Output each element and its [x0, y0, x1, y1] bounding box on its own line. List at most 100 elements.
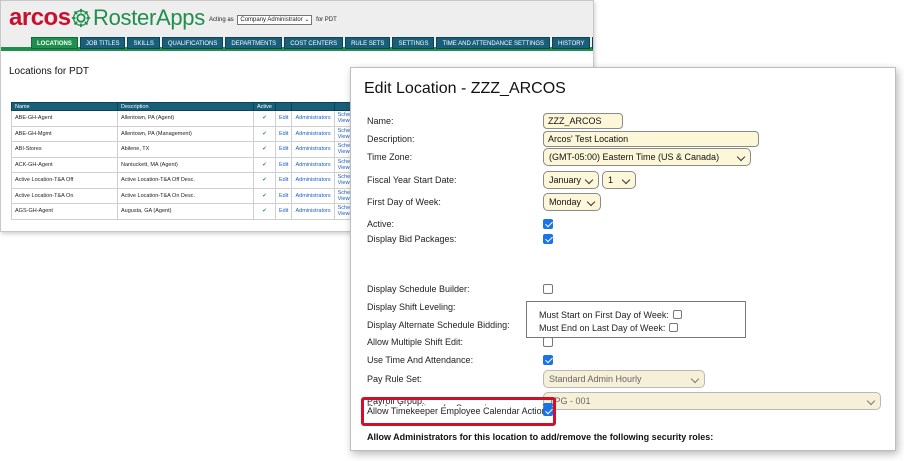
col-active: Active [253, 102, 276, 111]
edit-link[interactable]: Edit [274, 156, 293, 173]
bid-end-checkbox[interactable] [669, 323, 679, 332]
acting-as: Acting as Company Administrator ⌄ for PD… [209, 15, 337, 25]
tab-qualifications[interactable]: QUALIFICATIONS [161, 37, 224, 49]
location-name: ACK-GH-Agent [11, 156, 118, 173]
timezone-row: Time Zone: (GMT-05:00) Eastern Time (US … [367, 148, 887, 166]
locations-table: Name Description Active ABE-GH-Agent Alle… [11, 102, 365, 220]
edit-link[interactable]: Edit [274, 110, 293, 127]
administrators-link[interactable]: Administrators [291, 156, 335, 173]
active-check-icon: ✔ [253, 125, 276, 142]
acting-role-select[interactable]: Company Administrator ⌄ [237, 15, 313, 25]
active-check-icon: ✔ [253, 156, 276, 173]
pay-rule-row: Pay Rule Set: Standard Admin Hourly [367, 370, 887, 388]
bid-start-checkbox[interactable] [672, 310, 682, 319]
first-day-row: First Day of Week: Monday [367, 193, 887, 211]
time-att-checkbox[interactable] [543, 355, 553, 365]
first-day-value: Monday [549, 197, 582, 207]
table-row: ABI-Stores Abilene, TX ✔ Edit Administrators… [11, 141, 365, 158]
name-label: Name: [367, 116, 394, 126]
first-day-label: First Day of Week: [367, 197, 441, 207]
edit-link[interactable]: Edit [274, 172, 293, 189]
administrators-link[interactable]: Administrators [291, 110, 335, 127]
administrators-link[interactable]: Administrators [291, 172, 335, 189]
edit-link[interactable]: Edit [274, 125, 293, 142]
bid-row: Display Bid Packages: [367, 230, 887, 248]
administrators-link[interactable]: Administrators [291, 187, 335, 204]
active-checkbox[interactable] [543, 219, 553, 229]
table-row: ABE-GH-Mgmt Allentown, PA (Management) ✔ Ed… [11, 125, 365, 142]
rosterapps-logo: RosterApps [93, 5, 205, 30]
edit-location-dialog: Edit Location - ZZZ_ARCOS Name: ZZZ_ARCO… [350, 67, 896, 451]
name-row: Name: ZZZ_ARCOS [367, 112, 887, 130]
edit-link[interactable]: Edit [274, 141, 293, 158]
name-input[interactable]: ZZZ_ARCOS [543, 113, 623, 129]
administrators-link[interactable]: Administrators [291, 203, 335, 220]
tab-reports[interactable]: REPORTS [592, 37, 593, 49]
bid-start-row: Must Start on First Day of Week: [539, 309, 682, 321]
tab-locations[interactable]: LOCATIONS [31, 37, 78, 49]
location-description: Allentown, PA (Agent) [117, 110, 254, 127]
timezone-select[interactable]: (GMT-05:00) Eastern Time (US & Canada) [543, 148, 751, 166]
tab-time-and-attendance-settings[interactable]: TIME AND ATTENDANCE SETTINGS [436, 37, 551, 49]
gear-icon [71, 8, 91, 28]
tab-departments[interactable]: DEPARTMENTS [225, 37, 283, 49]
highlight-box [361, 397, 556, 426]
chevron-down-icon [586, 197, 596, 207]
col-edit [274, 102, 293, 111]
location-description: Allentown, PA (Management) [117, 125, 254, 142]
acting-role-value: Company Administrator [240, 17, 303, 23]
pay-rule-label: Pay Rule Set: [367, 374, 423, 384]
time-att-label: Use Time And Attendance: [367, 355, 474, 365]
bid-start-label: Must Start on First Day of Week: [539, 310, 669, 320]
app-header: arcos RosterApps Acting as Company Admin… [1, 1, 593, 51]
table-row: Active Location-T&A Off Active Location-T… [11, 172, 365, 189]
alt-bidding-label: Display Alternate Schedule Bidding: [367, 320, 510, 330]
tab-cost-centers[interactable]: COST CENTERS [284, 37, 344, 49]
tab-rule-sets[interactable]: RULE SETS [345, 37, 391, 49]
fiscal-month-select[interactable]: January [543, 171, 599, 189]
active-check-icon: ✔ [253, 110, 276, 127]
administrators-link[interactable]: Administrators [291, 125, 335, 142]
active-check-icon: ✔ [253, 187, 276, 204]
chevron-down-icon [621, 175, 631, 185]
table-row: Active Location-T&A On Active Location-T&… [11, 187, 365, 204]
chevron-down-icon [690, 374, 700, 384]
table-row: AGS-GH-Agent Augusta, GA (Agent) ✔ Edit Admi… [11, 203, 365, 220]
bid-options-box: Must Start on First Day of Week: Must En… [526, 301, 746, 338]
description-input[interactable]: Arcos' Test Location [543, 131, 759, 147]
bid-end-row: Must End on Last Day of Week: [539, 322, 679, 334]
tab-job-titles[interactable]: JOB TITLES [79, 37, 126, 49]
edit-link[interactable]: Edit [274, 187, 293, 204]
description-row: Description: Arcos' Test Location [367, 130, 887, 148]
schedule-builder-checkbox[interactable] [543, 284, 553, 294]
table-header-row: Name Description Active [11, 102, 365, 111]
dialog-title: Edit Location - ZZZ_ARCOS [364, 80, 566, 97]
page-title: Locations for PDT [9, 66, 90, 77]
location-name: AGS-GH-Agent [11, 203, 118, 220]
multi-shift-checkbox[interactable] [543, 337, 553, 347]
col-description: Description [117, 102, 254, 111]
bid-end-label: Must End on Last Day of Week: [539, 323, 666, 333]
first-day-select[interactable]: Monday [543, 193, 601, 211]
fiscal-day-select[interactable]: 1 [602, 171, 636, 189]
col-admins [291, 102, 335, 111]
administrators-link[interactable]: Administrators [291, 141, 335, 158]
active-check-icon: ✔ [253, 172, 276, 189]
nav-tabs: LOCATIONS JOB TITLES SKILLS QUALIFICATIONS D… [31, 37, 593, 49]
tab-history[interactable]: HISTORY [552, 37, 591, 49]
table-row: ABE-GH-Agent Allentown, PA (Agent) ✔ Edit Ad… [11, 110, 365, 127]
chevron-down-icon [584, 175, 594, 185]
pay-rule-select[interactable]: Standard Admin Hourly [543, 370, 705, 388]
description-label: Description: [367, 134, 415, 144]
pay-rule-value: Standard Admin Hourly [549, 374, 642, 384]
bid-checkbox[interactable] [543, 234, 553, 244]
location-description: Active Location-T&A Off Desc. [117, 172, 254, 189]
fiscal-label: Fiscal Year Start Date: [367, 175, 457, 185]
location-name: Active Location-T&A Off [11, 172, 118, 189]
col-name: Name [11, 102, 118, 111]
tab-skills[interactable]: SKILLS [127, 37, 160, 49]
chevron-down-icon [736, 152, 746, 162]
tab-settings[interactable]: SETTINGS [392, 37, 435, 49]
edit-link[interactable]: Edit [274, 203, 293, 220]
location-name: Active Location-T&A On [11, 187, 118, 204]
